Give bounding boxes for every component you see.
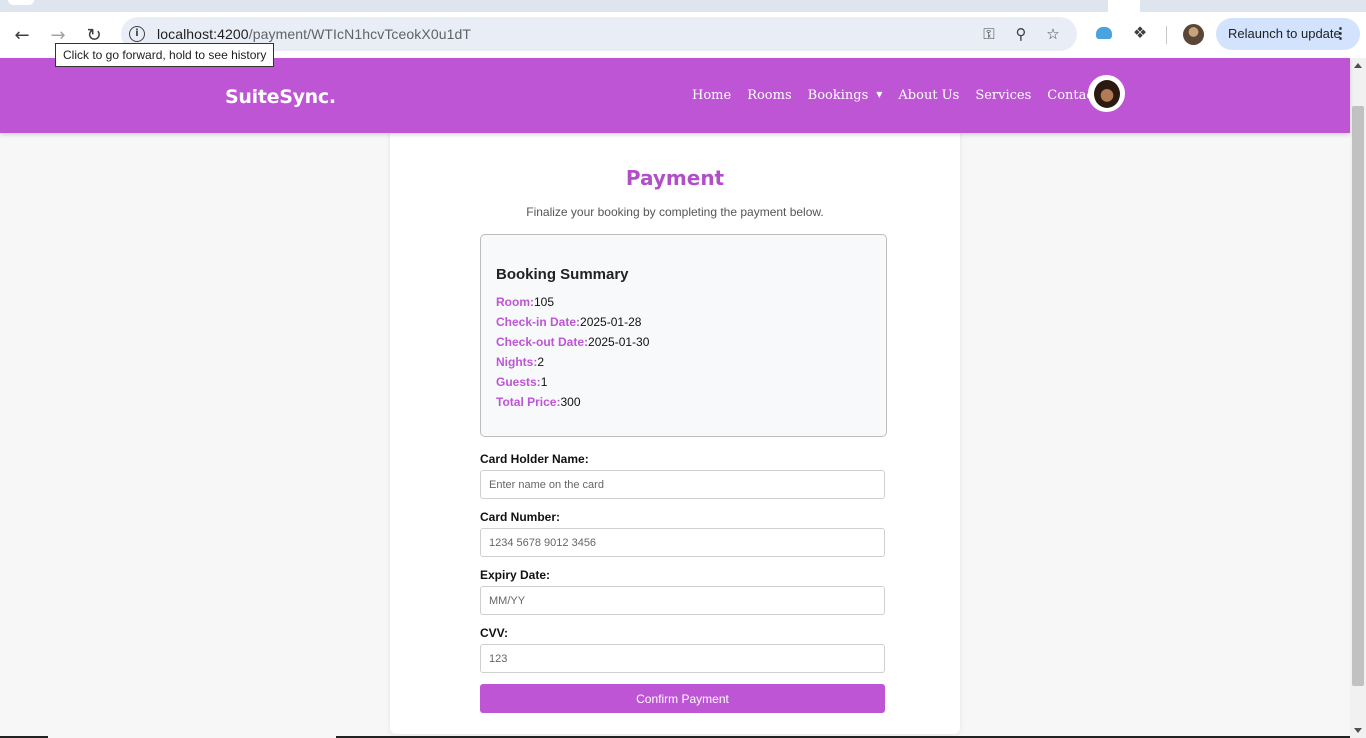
summary-row-checkout: Check-out Date:2025-01-30 <box>496 335 649 349</box>
forward-tooltip: Click to go forward, hold to see history <box>55 43 275 67</box>
summary-value: 300 <box>560 395 581 409</box>
tab-strip <box>0 0 1366 12</box>
password-key-icon[interactable]: ⚿ <box>979 25 999 43</box>
url-host: localhost:4200 <box>157 26 249 42</box>
expiry-date-input[interactable] <box>480 586 885 615</box>
profile-avatar[interactable] <box>1183 24 1204 45</box>
active-tab-edge[interactable] <box>1108 0 1140 12</box>
scroll-down-icon[interactable] <box>1354 728 1362 733</box>
bookmark-star-icon[interactable]: ☆ <box>1043 25 1063 43</box>
nav-services[interactable]: Services <box>975 88 1031 103</box>
nav-rooms[interactable]: Rooms <box>747 88 791 103</box>
card-holder-label: Card Holder Name: <box>480 452 589 466</box>
nav-bookings[interactable]: Bookings ▼ <box>808 88 883 103</box>
summary-row-guests: Guests:1 <box>496 375 547 389</box>
chevron-down-icon: ▼ <box>876 90 883 99</box>
tab-strip-background <box>0 0 1108 12</box>
payment-card: Payment Finalize your booking by complet… <box>390 120 960 734</box>
site-header: SuiteSync. Home Rooms Bookings ▼ About Us… <box>0 58 1350 133</box>
card-number-input[interactable] <box>480 528 885 557</box>
back-icon[interactable]: ← <box>8 21 36 49</box>
summary-label: Nights: <box>496 355 538 369</box>
cvv-label: CVV: <box>480 626 509 640</box>
extensions-puzzle-icon[interactable]: ❖ <box>1129 23 1151 45</box>
confirm-payment-button[interactable]: Confirm Payment <box>480 684 885 713</box>
summary-row-nights: Nights:2 <box>496 355 544 369</box>
summary-value: 2025-01-28 <box>580 315 642 329</box>
booking-summary: Booking Summary Room:105 Check-in Date:2… <box>480 234 887 437</box>
card-number-label: Card Number: <box>480 510 561 524</box>
summary-heading: Booking Summary <box>496 266 629 283</box>
site-info-icon[interactable]: i <box>129 26 145 42</box>
summary-row-checkin: Check-in Date:2025-01-28 <box>496 315 641 329</box>
summary-label: Total Price: <box>496 395 561 409</box>
scrollbar-thumb[interactable] <box>1352 106 1364 686</box>
summary-value: 105 <box>534 295 555 309</box>
tab-strip-right <box>1140 0 1366 12</box>
summary-label: Check-out Date: <box>496 335 589 349</box>
relaunch-button[interactable]: Relaunch to update ⋮ <box>1216 18 1360 50</box>
user-avatar[interactable] <box>1088 75 1125 112</box>
summary-label: Check-in Date: <box>496 315 581 329</box>
summary-value: 1 <box>540 375 548 389</box>
summary-label: Guests: <box>496 375 541 389</box>
menu-dots-icon[interactable]: ⋮ <box>1333 18 1348 50</box>
page-scrollbar[interactable] <box>1350 58 1366 738</box>
summary-label: Room: <box>496 295 534 309</box>
url-path: /payment/WTIcN1hcvTceokX0u1dT <box>248 26 472 42</box>
nav-about-us[interactable]: About Us <box>898 88 959 103</box>
nav-bookings-label: Bookings <box>807 88 869 103</box>
main-nav: Home Rooms Bookings ▼ About Us Services C… <box>692 88 1115 103</box>
brand-logo[interactable]: SuiteSync. <box>225 86 336 108</box>
summary-value: 2025-01-30 <box>588 335 650 349</box>
avatar-image <box>1094 80 1120 108</box>
summary-value: 2 <box>537 355 545 369</box>
scroll-up-icon[interactable] <box>1354 63 1362 68</box>
cvv-input[interactable] <box>480 644 885 673</box>
zoom-icon[interactable]: ⚲ <box>1011 25 1031 43</box>
cloud-extension-icon[interactable] <box>1096 27 1112 39</box>
page-title: Payment <box>625 166 725 190</box>
summary-row-room: Room:105 <box>496 295 554 309</box>
nav-home[interactable]: Home <box>692 88 731 103</box>
expiry-date-label: Expiry Date: <box>480 568 551 582</box>
summary-row-total-price: Total Price:300 <box>496 395 581 409</box>
toolbar-divider <box>1166 26 1167 44</box>
url-text[interactable]: localhost:4200/payment/WTIcN1hcvTceokX0u… <box>157 26 471 42</box>
relaunch-label: Relaunch to update <box>1228 26 1341 41</box>
card-holder-input[interactable] <box>480 470 885 499</box>
page-subtitle: Finalize your booking by completing the … <box>526 205 824 219</box>
tab-corner <box>8 0 34 5</box>
